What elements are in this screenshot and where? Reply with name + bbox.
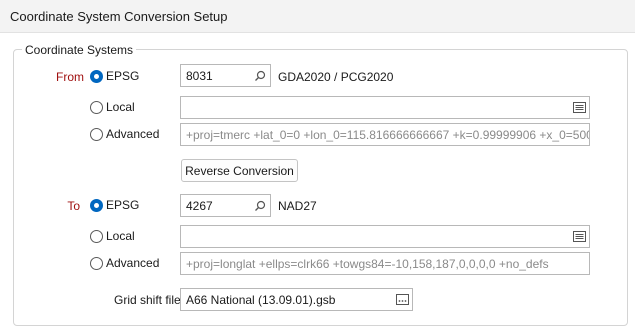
from-epsg-radio[interactable]: EPSG (90, 69, 139, 83)
radio-label: Local (106, 100, 135, 114)
grid-shift-input[interactable]: A66 National (13.09.01).gsb (180, 288, 413, 311)
to-local-input[interactable] (180, 225, 590, 248)
radio-label: Advanced (106, 127, 160, 141)
list-icon[interactable] (569, 226, 589, 247)
to-advanced-value: +proj=longlat +ellps=clrk66 +towgs84=-10… (186, 256, 549, 271)
radio-dot (90, 198, 103, 212)
radio-label: EPSG (106, 198, 140, 212)
from-advanced-radio[interactable]: Advanced (90, 127, 159, 141)
coordinate-systems-group (13, 49, 628, 326)
group-legend: Coordinate Systems (22, 43, 137, 57)
list-icon[interactable] (569, 97, 589, 118)
from-local-input[interactable] (180, 96, 590, 119)
grid-shift-label: Grid shift file (114, 293, 181, 307)
to-epsg-value: 4267 (186, 198, 213, 213)
browse-icon[interactable] (392, 289, 412, 310)
radio-dot (90, 256, 103, 270)
from-advanced-input[interactable]: +proj=tmerc +lat_0=0 +lon_0=115.81666666… (180, 123, 590, 146)
radio-label: EPSG (106, 69, 140, 83)
to-epsg-description: NAD27 (278, 199, 317, 213)
from-epsg-description: GDA2020 / PCG2020 (278, 70, 394, 84)
main-panel: Coordinate Systems From EPSG 8031 GDA202… (0, 33, 635, 331)
grid-shift-value: A66 National (13.09.01).gsb (186, 292, 336, 307)
reverse-conversion-button[interactable]: Reverse Conversion (181, 159, 298, 182)
to-epsg-input[interactable]: 4267 (180, 194, 271, 217)
radio-dot (90, 100, 103, 114)
radio-label: Local (106, 229, 135, 243)
to-epsg-radio[interactable]: EPSG (90, 198, 139, 212)
window-title: Coordinate System Conversion Setup (10, 9, 228, 24)
to-label: To (67, 199, 80, 213)
from-advanced-value: +proj=tmerc +lat_0=0 +lon_0=115.81666666… (186, 127, 589, 142)
from-local-radio[interactable]: Local (90, 100, 135, 114)
radio-dot (90, 229, 103, 243)
search-icon[interactable] (250, 65, 270, 86)
search-icon[interactable] (250, 195, 270, 216)
radio-dot (90, 69, 103, 83)
to-advanced-input[interactable]: +proj=longlat +ellps=clrk66 +towgs84=-10… (180, 252, 590, 275)
from-epsg-input[interactable]: 8031 (180, 64, 271, 87)
from-label: From (56, 70, 84, 84)
from-epsg-value: 8031 (186, 68, 213, 83)
to-advanced-radio[interactable]: Advanced (90, 256, 159, 270)
radio-label: Advanced (106, 256, 160, 270)
title-bar: Coordinate System Conversion Setup (0, 0, 635, 33)
to-local-radio[interactable]: Local (90, 229, 135, 243)
radio-dot (90, 127, 103, 141)
